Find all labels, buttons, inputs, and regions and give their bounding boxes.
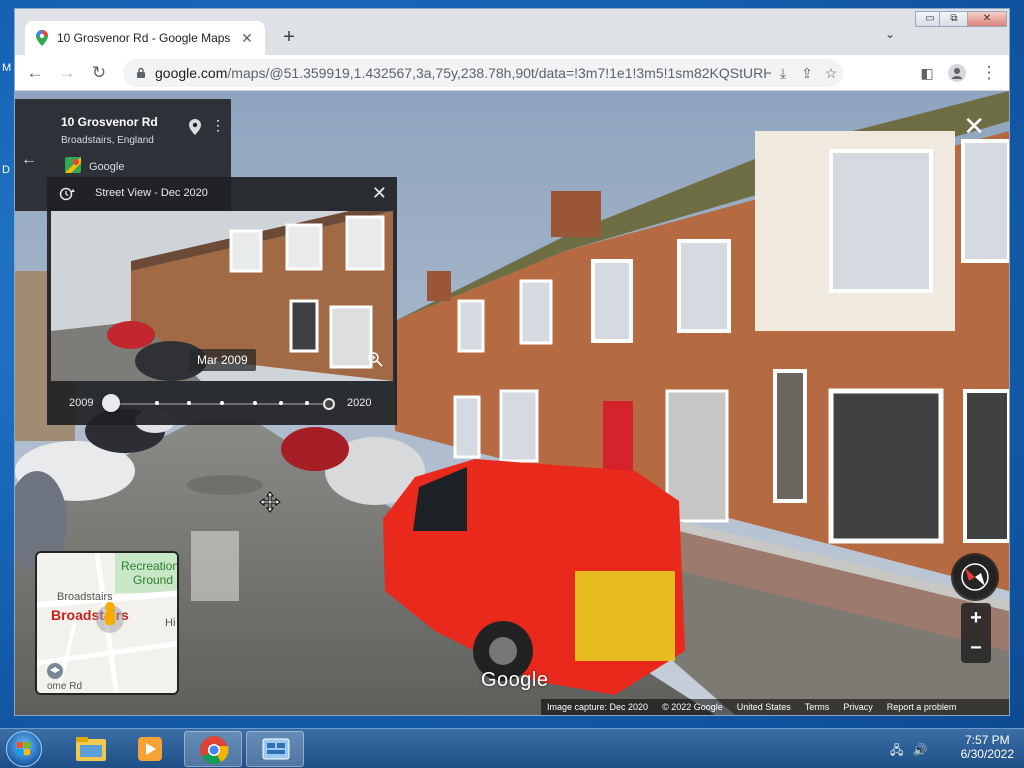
- location-pin-icon[interactable]: [189, 119, 201, 135]
- new-tab-button[interactable]: +: [277, 25, 301, 49]
- street-view-time-panel: Street View - Dec 2020 ✕ Mar 2009 2009 2…: [47, 177, 397, 425]
- street-view-viewport[interactable]: ← 10 Grosvenor Rd Broadstairs, England ⋮…: [15, 91, 1009, 715]
- maps-favicon-icon: [36, 30, 48, 46]
- zoom-in-button[interactable]: +: [961, 603, 991, 633]
- slider-year-dot[interactable]: [252, 401, 257, 405]
- bookmark-star-icon[interactable]: ☆: [819, 65, 843, 82]
- chevron-down-icon[interactable]: ⌄: [885, 27, 895, 41]
- more-options-icon[interactable]: ⋮: [211, 117, 225, 134]
- country-link[interactable]: United States: [737, 702, 791, 712]
- windows-taskbar: 🖧 🔊 7:57 PM 6/30/2022: [0, 728, 1024, 768]
- map-footer: Image capture: Dec 2020 © 2022 Google Un…: [541, 699, 1009, 715]
- slider-start-year: 2009: [69, 397, 94, 409]
- map-label-road: Hi: [165, 617, 176, 629]
- browser-window: 10 Grosvenor Rd - Google Maps ✕ + ⌄ ▭ ⧉ …: [14, 8, 1010, 716]
- map-label-ground: Ground: [133, 573, 174, 587]
- source-label: Google: [89, 161, 125, 173]
- tab-strip: 10 Grosvenor Rd - Google Maps ✕ + ⌄ ▭ ⧉ …: [15, 9, 1009, 55]
- privacy-link[interactable]: Privacy: [843, 702, 873, 712]
- school-icon: [47, 663, 63, 679]
- historical-preview-image[interactable]: Mar 2009: [51, 211, 393, 381]
- place-subtitle: Broadstairs, England: [61, 135, 154, 146]
- volume-icon[interactable]: 🔊: [913, 743, 928, 757]
- control-panel-icon: [262, 738, 290, 760]
- history-clock-icon[interactable]: [59, 187, 75, 201]
- slider-thumb[interactable]: [102, 394, 120, 412]
- start-button[interactable]: [6, 731, 42, 767]
- close-street-view-icon[interactable]: ✕: [963, 111, 985, 142]
- install-app-icon[interactable]: ⤓: [771, 65, 795, 82]
- forward-arrow-icon[interactable]: →: [55, 61, 79, 85]
- clock-date: 6/30/2022: [960, 747, 1014, 761]
- terms-link[interactable]: Terms: [805, 702, 830, 712]
- clock[interactable]: 7:57 PM 6/30/2022: [961, 733, 1014, 761]
- copyright-text: © 2022 Google: [662, 702, 723, 712]
- slider-end-year: 2020: [347, 397, 372, 409]
- close-tab-icon[interactable]: ✕: [239, 30, 255, 47]
- network-icon[interactable]: 🖧: [890, 743, 903, 757]
- time-panel-title: Street View - Dec 2020: [95, 187, 208, 199]
- taskbar-control-panel[interactable]: [246, 731, 304, 767]
- back-arrow-icon[interactable]: ←: [23, 61, 47, 85]
- google-watermark: Google: [481, 669, 549, 691]
- pegman-icon[interactable]: [93, 599, 127, 633]
- year-slider[interactable]: 2009 2020: [47, 383, 397, 423]
- slider-year-dot[interactable]: [154, 401, 159, 405]
- lock-icon: [137, 67, 145, 78]
- share-icon[interactable]: ⇪: [795, 65, 819, 82]
- map-label-recreation: Recreation: [121, 559, 179, 573]
- windows-logo-icon: [17, 742, 30, 755]
- tab-google-maps[interactable]: 10 Grosvenor Rd - Google Maps ✕: [25, 21, 265, 55]
- zoom-magnifier-icon[interactable]: [367, 351, 383, 367]
- taskbar-explorer[interactable]: [62, 731, 120, 767]
- tab-title: 10 Grosvenor Rd - Google Maps: [57, 31, 231, 45]
- preview-date-label: Mar 2009: [189, 349, 256, 371]
- close-window-button[interactable]: ✕: [967, 11, 1007, 27]
- place-title: 10 Grosvenor Rd: [61, 115, 158, 129]
- zoom-controls: + −: [961, 603, 991, 663]
- clock-time: 7:57 PM: [964, 733, 1010, 747]
- map-label-road: ome Rd: [47, 681, 83, 692]
- maximize-button[interactable]: ⧉: [939, 11, 969, 27]
- desktop-icon-label[interactable]: M: [2, 62, 11, 74]
- image-capture-date: Image capture: Dec 2020: [547, 702, 649, 712]
- compass-icon[interactable]: [951, 553, 999, 601]
- address-bar[interactable]: google.com/maps/@51.359919,1.432567,3a,7…: [123, 59, 843, 87]
- google-maps-logo-icon: [65, 157, 81, 173]
- back-arrow-icon[interactable]: ←: [21, 151, 37, 169]
- chrome-icon: [200, 736, 229, 764]
- slider-current-year-marker[interactable]: [323, 398, 335, 410]
- system-tray: 🖧 🔊: [890, 741, 928, 762]
- zoom-out-button[interactable]: −: [961, 633, 991, 663]
- reload-icon[interactable]: ↻: [87, 61, 111, 85]
- desktop-icon-label[interactable]: D: [2, 164, 10, 176]
- url-text: google.com/maps/@51.359919,1.432567,3a,7…: [155, 65, 771, 81]
- move-cursor-icon: [259, 491, 281, 513]
- media-player-icon: [138, 737, 162, 761]
- menu-kebab-icon[interactable]: ⋮: [977, 61, 1001, 85]
- taskbar-media-player[interactable]: [122, 731, 180, 767]
- browser-toolbar: ← → ↻ google.com/maps/@51.359919,1.43256…: [15, 55, 1009, 91]
- profile-avatar-icon[interactable]: [945, 61, 969, 85]
- folder-icon: [76, 737, 106, 761]
- report-problem-link[interactable]: Report a problem: [887, 702, 957, 712]
- side-panel-icon[interactable]: ◧: [915, 61, 939, 85]
- slider-year-dot[interactable]: [279, 401, 284, 405]
- close-time-panel-icon[interactable]: ✕: [372, 183, 387, 204]
- mini-map[interactable]: Recreation Ground Broadstairs Broadstair…: [35, 551, 179, 695]
- taskbar-chrome[interactable]: [184, 731, 242, 767]
